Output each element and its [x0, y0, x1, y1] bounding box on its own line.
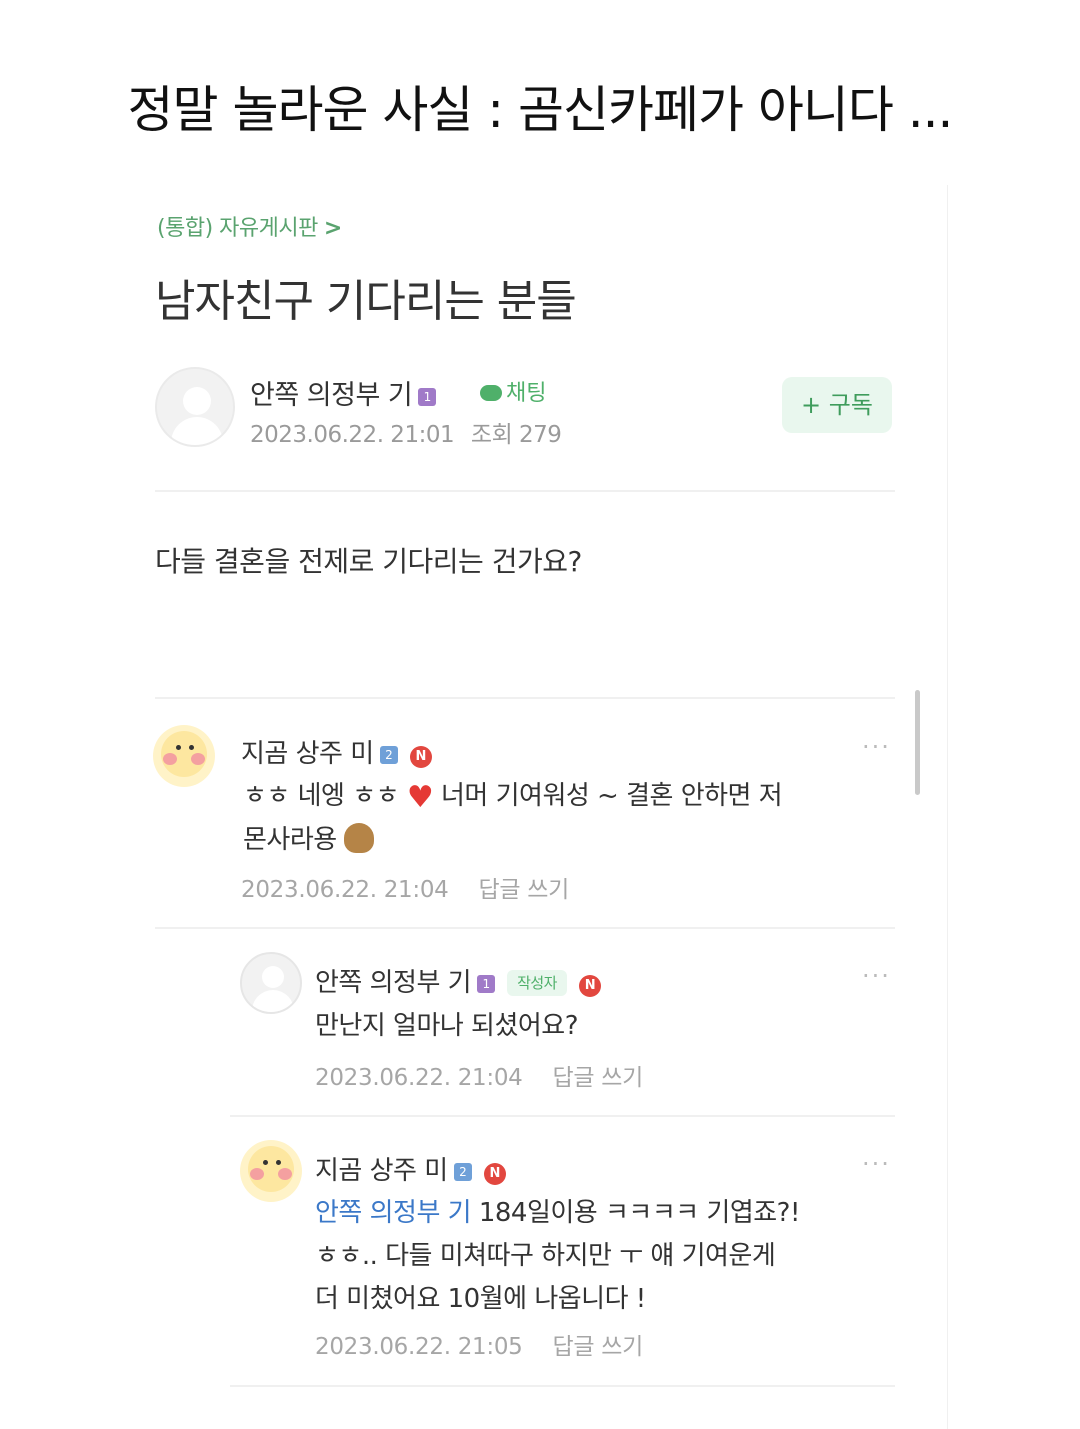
writer-tag: 작성자: [507, 970, 567, 996]
breadcrumb[interactable]: (통합) 자유게시판 >: [157, 210, 342, 242]
chat-label: 채팅: [506, 381, 547, 406]
cafe-post: (통합) 자유게시판 > 남자친구 기다리는 분들 안쪽 의정부 기 1 채팅 20…: [145, 185, 948, 1429]
post-views: 조회 279: [470, 422, 562, 448]
mention-link[interactable]: 안쪽 의정부 기: [315, 1198, 472, 1228]
breadcrumb-label: (통합) 자유게시판: [157, 216, 318, 241]
comment-meta: 2023.06.22. 21:04 답글 쓰기: [315, 1058, 643, 1092]
divider: [155, 490, 895, 492]
author-name[interactable]: 안쪽 의정부 기 1: [250, 373, 437, 412]
more-options-icon[interactable]: ···: [862, 733, 891, 761]
comment-date: 2023.06.22. 21:05: [315, 1334, 523, 1360]
chevron-right-icon: >: [323, 216, 342, 241]
author-avatar[interactable]: [155, 367, 235, 447]
level-badge: 1: [477, 975, 496, 993]
level-badge: 2: [453, 1163, 472, 1181]
new-badge: N: [578, 975, 601, 997]
comment-date: 2023.06.22. 21:04: [315, 1065, 523, 1091]
scrollbar[interactable]: [915, 690, 920, 795]
reply-button[interactable]: 답글 쓰기: [479, 877, 570, 903]
comment-date: 2023.06.22. 21:04: [241, 877, 449, 903]
post-title: 남자친구 기다리는 분들: [155, 276, 577, 327]
reply-button[interactable]: 답글 쓰기: [553, 1334, 644, 1360]
subscribe-button[interactable]: + 구독: [782, 377, 892, 433]
heart-icon: ♥: [406, 780, 434, 815]
comment-author-name: 지곰 상주 미: [241, 739, 374, 769]
commenter-avatar[interactable]: [240, 952, 302, 1014]
chat-button[interactable]: 채팅: [480, 375, 546, 407]
divider: [230, 1385, 895, 1387]
page-headline: 정말 놀라운 사실 : 곰신카페가 아니다 ...: [127, 81, 954, 139]
post-meta: 2023.06.22. 21:01 조회 279: [250, 415, 562, 449]
comment-text: 만난지 얼마나 되셨어요?: [315, 1011, 579, 1041]
comment-author-name: 안쪽 의정부 기: [315, 968, 472, 998]
comment-author[interactable]: 지곰 상주 미 2N: [241, 733, 432, 770]
divider: [155, 927, 895, 929]
teddy-bear-icon: [344, 823, 375, 853]
post-body: 다들 결혼을 전제로 기다리는 건가요?: [155, 545, 582, 578]
more-options-icon[interactable]: ···: [862, 962, 891, 990]
comment-meta: 2023.06.22. 21:04 답글 쓰기: [241, 870, 569, 904]
comment-text: 안쪽 의정부 기 184일이용 ㅋㅋㅋㅋ 기엽죠?! ㅎㅎ.. 다들 미쳐따구 …: [315, 1198, 800, 1314]
comment-text: ㅎㅎ 네엥 ㅎㅎ ♥ 너머 기여워성 ~ 결혼 안하면 저 몬사라용: [243, 775, 803, 862]
comment-author[interactable]: 지곰 상주 미 2N: [315, 1150, 506, 1187]
default-avatar-icon: [183, 387, 211, 415]
level-badge: 1: [418, 388, 437, 406]
commenter-avatar[interactable]: [153, 725, 215, 787]
default-avatar-icon: [262, 966, 284, 988]
comment-meta: 2023.06.22. 21:05 답글 쓰기: [315, 1327, 643, 1361]
new-badge: N: [409, 746, 432, 768]
chat-bubble-icon: [480, 385, 502, 401]
new-badge: N: [483, 1163, 506, 1185]
level-badge: 2: [379, 746, 398, 764]
reply-button[interactable]: 답글 쓰기: [553, 1065, 644, 1091]
comment-author-name: 지곰 상주 미: [315, 1156, 448, 1186]
post-date: 2023.06.22. 21:01: [250, 422, 455, 448]
commenter-avatar[interactable]: [240, 1140, 302, 1202]
divider: [230, 1115, 895, 1117]
more-options-icon[interactable]: ···: [862, 1150, 891, 1178]
divider: [155, 697, 895, 699]
author-name-text: 안쪽 의정부 기: [250, 380, 413, 411]
comment-author[interactable]: 안쪽 의정부 기 1 작성자 N: [315, 962, 601, 999]
